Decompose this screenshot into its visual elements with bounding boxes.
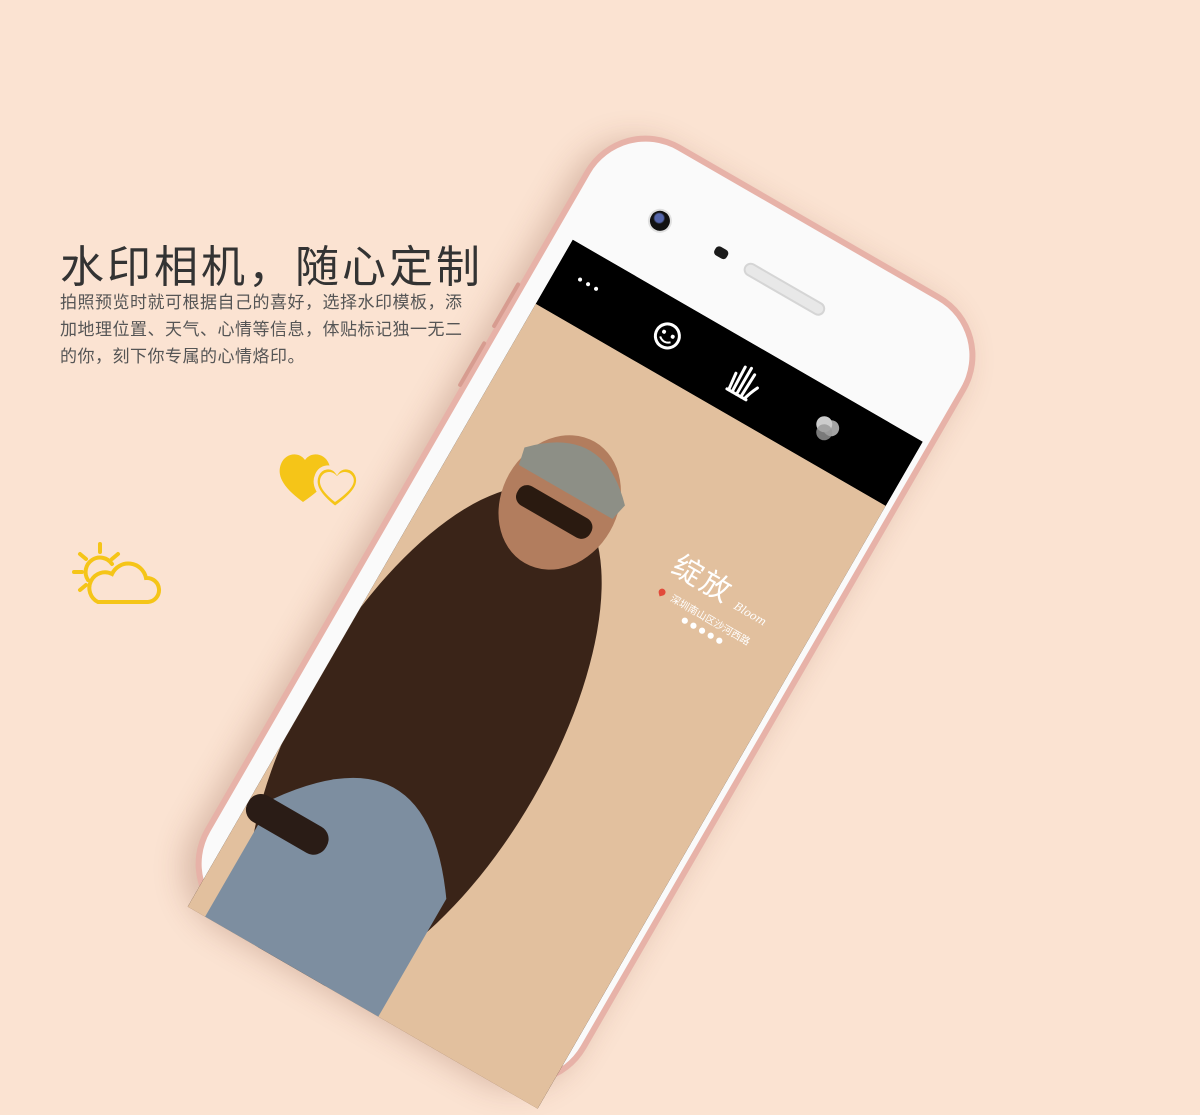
watermark-subtitle: Bloom <box>731 599 769 629</box>
description-line-3: 的你，刻下你专属的心情烙印。 <box>60 347 305 367</box>
proximity-sensor <box>712 244 730 261</box>
front-camera-icon <box>643 204 677 238</box>
description-line-1: 拍照预览时就可根据自己的喜好，选择水印模板，添 <box>60 293 463 313</box>
sun-cloud-icon <box>72 542 161 604</box>
hearts-icon <box>279 454 361 511</box>
earpiece-speaker <box>741 260 828 319</box>
more-dots-icon[interactable]: ••• <box>572 272 604 300</box>
filter-circles-icon[interactable] <box>804 406 850 452</box>
description-line-2: 加地理位置、天气、心情等信息，体贴标记独一无二 <box>60 320 463 340</box>
page-headline: 水印相机，随心定制 <box>60 242 483 294</box>
feature-description: 拍照预览时就可根据自己的喜好，选择水印模板，添 加地理位置、天气、心情等信息，体… <box>60 290 530 371</box>
face-beauty-icon[interactable] <box>643 311 692 360</box>
wave-hand-icon[interactable] <box>718 354 771 408</box>
map-pin-icon <box>657 587 667 597</box>
